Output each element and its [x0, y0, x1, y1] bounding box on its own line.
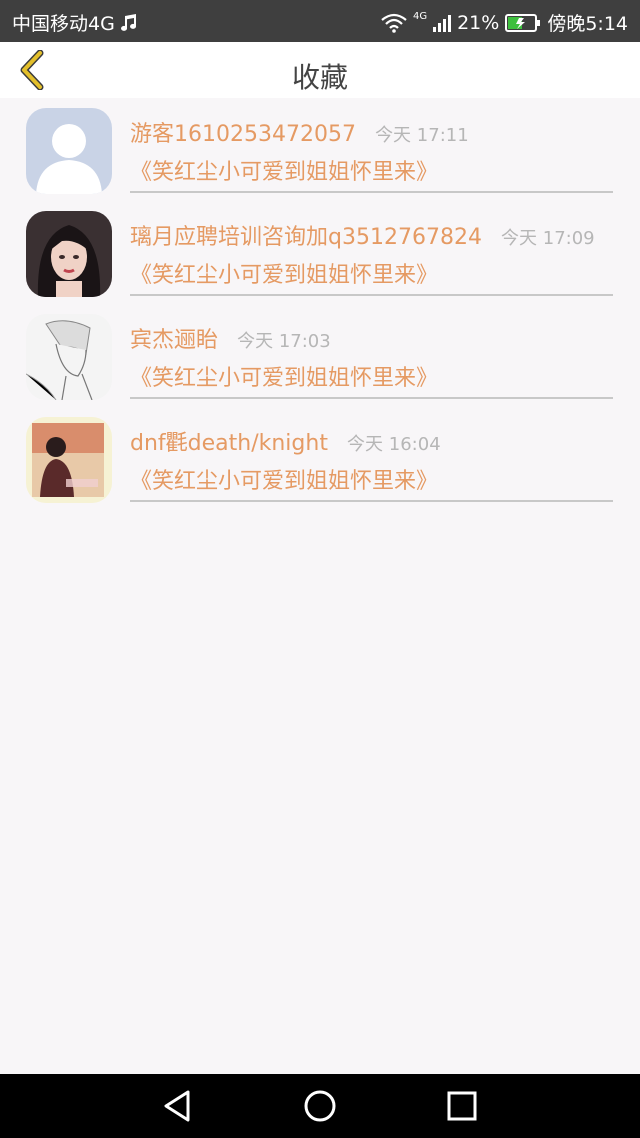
timestamp: 今天 17:09 — [501, 228, 595, 249]
signal-icon — [433, 14, 452, 32]
wifi-icon — [381, 13, 407, 33]
favorite-content: dnf氍death/knight 今天 16:04 《笑红尘小可爱到姐姐怀里来》 — [130, 407, 613, 502]
battery-percent: 21% — [457, 11, 500, 34]
favorite-content: 游客1610253472057 今天 17:11 《笑红尘小可爱到姐姐怀里来》 — [130, 98, 613, 193]
favorite-item[interactable]: 璃月应聘培训咨询加q3512767824 今天 17:09 《笑红尘小可爱到姐姐… — [0, 201, 640, 304]
timestamp: 今天 17:03 — [237, 331, 331, 352]
favorite-item[interactable]: 宾杰逦眙 今天 17:03 《笑红尘小可爱到姐姐怀里来》 — [0, 304, 640, 407]
user-name: 璃月应聘培训咨询加q3512767824 — [130, 225, 482, 250]
favorite-item[interactable]: 游客1610253472057 今天 17:11 《笑红尘小可爱到姐姐怀里来》 — [0, 98, 640, 201]
page-title: 收藏 — [291, 61, 348, 94]
user-name: 宾杰逦眙 — [130, 328, 219, 353]
nav-recents-button[interactable] — [444, 1088, 480, 1124]
nav-home-button[interactable] — [302, 1088, 338, 1124]
favorite-title: 《笑红尘小可爱到姐姐怀里来》 — [130, 263, 439, 288]
favorite-title: 《笑红尘小可爱到姐姐怀里来》 — [130, 469, 439, 494]
timestamp: 今天 17:11 — [375, 125, 469, 146]
favorite-item[interactable]: dnf氍death/knight 今天 16:04 《笑红尘小可爱到姐姐怀里来》 — [0, 407, 640, 510]
network-type-label: 4G — [412, 11, 428, 22]
nav-bar: 收藏 — [0, 42, 640, 98]
avatar[interactable] — [26, 108, 112, 194]
system-nav-bar — [0, 1074, 640, 1138]
avatar[interactable] — [26, 211, 112, 297]
favorite-title: 《笑红尘小可爱到姐姐怀里来》 — [130, 160, 439, 185]
favorite-content: 璃月应聘培训咨询加q3512767824 今天 17:09 《笑红尘小可爱到姐姐… — [130, 201, 613, 296]
circle-home-icon — [302, 1090, 338, 1128]
carrier-label: 中国移动4G — [12, 13, 115, 35]
user-name: 游客1610253472057 — [130, 122, 356, 147]
nav-back-button[interactable] — [160, 1088, 196, 1124]
clock: 傍晚5:14 — [547, 13, 628, 35]
avatar[interactable] — [26, 417, 112, 503]
timestamp: 今天 16:04 — [347, 434, 441, 455]
favorite-title: 《笑红尘小可爱到姐姐怀里来》 — [130, 366, 439, 391]
triangle-back-icon — [160, 1090, 196, 1128]
square-recents-icon — [444, 1091, 480, 1128]
status-bar: 中国移动4G 4G 21% 傍晚5:14 — [0, 0, 640, 42]
favorites-list: 游客1610253472057 今天 17:11 《笑红尘小可爱到姐姐怀里来》 … — [0, 98, 640, 510]
user-name: dnf氍death/knight — [130, 431, 328, 456]
battery-icon — [505, 13, 541, 32]
music-icon — [119, 13, 139, 33]
avatar[interactable] — [26, 314, 112, 400]
favorite-content: 宾杰逦眙 今天 17:03 《笑红尘小可爱到姐姐怀里来》 — [130, 304, 613, 399]
